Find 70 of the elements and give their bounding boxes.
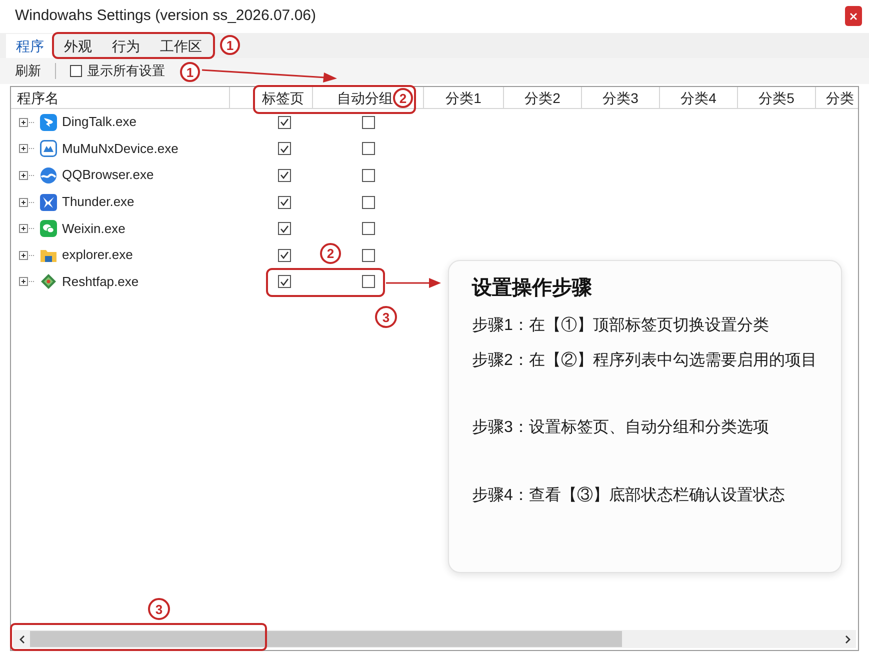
feather-tile-icon bbox=[40, 114, 57, 131]
diamond-icon bbox=[40, 273, 57, 290]
check-icon bbox=[280, 198, 289, 206]
chat-bubbles-icon bbox=[40, 220, 57, 238]
close-icon bbox=[850, 12, 857, 20]
expand-icon[interactable] bbox=[19, 198, 34, 207]
tab[interactable]: 行为 bbox=[102, 34, 150, 58]
chevron-left-icon bbox=[18, 634, 24, 644]
star-tile-icon bbox=[40, 194, 57, 211]
guide-step: 步骤2：在【②】程序列表中勾选需要启用的项目 bbox=[472, 349, 817, 373]
expand-icon[interactable] bbox=[19, 118, 34, 127]
column-header[interactable]: 分类 bbox=[826, 88, 854, 106]
column-header[interactable]: 程序名 bbox=[17, 88, 59, 106]
checkbox[interactable] bbox=[70, 65, 82, 77]
checkbox[interactable] bbox=[278, 248, 291, 262]
checkbox[interactable] bbox=[278, 116, 291, 129]
checkbox[interactable] bbox=[362, 275, 375, 288]
column-header[interactable]: 自动分组 bbox=[337, 88, 393, 106]
refresh-button[interactable]: 刷新 bbox=[15, 62, 41, 80]
expand-icon[interactable] bbox=[19, 144, 34, 154]
tab[interactable]: 工作区 bbox=[150, 34, 212, 58]
scrollbar-thumb[interactable] bbox=[30, 631, 622, 647]
column-header[interactable]: 分类5 bbox=[758, 88, 794, 106]
wave-circle-icon bbox=[40, 166, 57, 184]
annotation-arrow bbox=[386, 278, 441, 288]
column-header[interactable]: 分类4 bbox=[680, 88, 716, 106]
mountain-tile-icon bbox=[40, 140, 57, 158]
program-name: Thunder.exe bbox=[62, 193, 134, 212]
guide-step: 步骤3：设置标签页、自动分组和分类选项 bbox=[472, 416, 769, 440]
check-icon bbox=[280, 251, 289, 260]
expand-icon[interactable] bbox=[19, 224, 34, 234]
column-header[interactable]: 分类3 bbox=[602, 88, 638, 106]
check-icon bbox=[280, 144, 289, 153]
checkbox[interactable] bbox=[278, 168, 291, 182]
guide-step: 步骤1：在【①】顶部标签页切换设置分类 bbox=[472, 314, 769, 338]
column-header[interactable]: 分类2 bbox=[524, 88, 560, 106]
close-button[interactable] bbox=[845, 6, 862, 26]
expand-icon[interactable] bbox=[19, 250, 34, 260]
check-icon bbox=[280, 278, 289, 286]
checkbox[interactable] bbox=[278, 275, 291, 288]
program-name: Reshtfap.exe bbox=[62, 272, 139, 291]
checkbox[interactable] bbox=[362, 222, 375, 236]
expand-icon[interactable] bbox=[19, 277, 34, 286]
guide-step: 步骤4：查看【③】底部状态栏确认设置状态 bbox=[472, 484, 785, 508]
checkbox[interactable] bbox=[362, 168, 375, 182]
checkbox[interactable] bbox=[362, 116, 375, 129]
program-name: QQBrowser.exe bbox=[62, 166, 154, 184]
checkbox[interactable] bbox=[362, 248, 375, 262]
check-icon bbox=[280, 118, 289, 126]
checkbox[interactable] bbox=[362, 142, 375, 156]
program-name: Weixin.exe bbox=[62, 220, 126, 238]
expand-icon[interactable] bbox=[19, 170, 34, 180]
program-name: DingTalk.exe bbox=[62, 113, 136, 132]
column-header[interactable]: 标签页 bbox=[262, 88, 304, 106]
program-name: MuMuNxDevice.exe bbox=[62, 140, 178, 158]
checkbox[interactable] bbox=[278, 142, 291, 156]
guide-title: 设置操作步骤 bbox=[472, 276, 592, 301]
column-header[interactable]: 分类1 bbox=[446, 88, 482, 106]
program-name: explorer.exe bbox=[62, 246, 133, 264]
tab[interactable]: 程序 bbox=[6, 34, 54, 58]
checkbox[interactable] bbox=[278, 222, 291, 236]
check-icon bbox=[280, 224, 289, 233]
checkbox-label: 显示所有设置 bbox=[87, 62, 165, 80]
checkbox[interactable] bbox=[278, 196, 291, 209]
check-icon bbox=[280, 171, 289, 180]
chevron-right-icon bbox=[844, 634, 850, 644]
checkbox[interactable] bbox=[362, 196, 375, 209]
window-title: Windowahs Settings (version ss_2026.07.06) bbox=[15, 6, 316, 26]
horizontal-scrollbar[interactable] bbox=[13, 630, 856, 648]
tab[interactable]: 外观 bbox=[54, 34, 102, 58]
